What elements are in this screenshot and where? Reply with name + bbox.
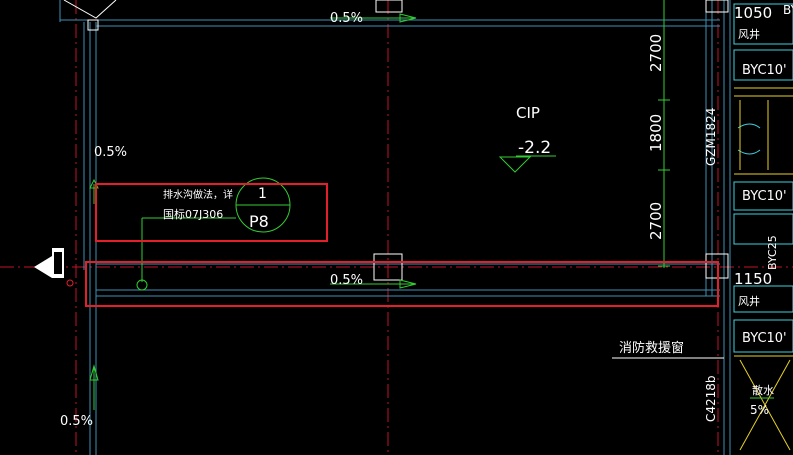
dim-2700-upper: 2700 [647,34,665,72]
floor-plan-drawing: 0.5% 0.5% 0.5% 0.5% CIP -2.2 排水沟做法，详 国标0… [0,0,793,455]
cad-drawing-canvas[interactable]: 0.5% 0.5% 0.5% 0.5% CIP -2.2 排水沟做法，详 国标0… [0,0,793,455]
slope-label-left-lower: 0.5% [60,414,93,429]
elevation-code: CIP [516,104,540,122]
byc-label-2: BYC10' [742,189,787,204]
drain-note-line1: 排水沟做法，详 [163,188,233,201]
axis-lines [0,0,793,455]
column-marks [63,0,729,281]
wind-well-lower: 风井 [738,294,760,308]
drain-slope: 5% [750,403,769,417]
index-number: 1 [258,186,267,202]
slope-label-left-upper: 0.5% [94,145,127,160]
elevation-value: -2.2 [518,138,551,158]
index-sheet: P8 [249,212,269,231]
slope-label-middle: 0.5% [330,273,363,288]
byc-label-1: BYC10' [742,63,787,78]
byc-top-partial: BY [783,3,793,17]
dim-1800: 1800 [647,114,665,152]
trench-walls [59,0,731,455]
dim-1050: 1050 [734,4,772,22]
dim-2700-lower: 2700 [647,202,665,240]
drain-note-line2: 国标07J306 [163,207,223,221]
wind-well-upper: 风井 [738,27,760,41]
window-label: C4218b [704,375,718,422]
byc-label-4: BYC10' [742,331,787,346]
byc-label-3: BYC25 [766,235,779,270]
drain-label: 散水 [752,383,774,397]
door-label: GZM1824 [704,108,718,166]
fire-rescue-window-label: 消防救援窗 [619,340,684,356]
elevation-marker [498,155,556,173]
slope-label-top: 0.5% [330,11,363,26]
dim-1150: 1150 [734,270,772,288]
